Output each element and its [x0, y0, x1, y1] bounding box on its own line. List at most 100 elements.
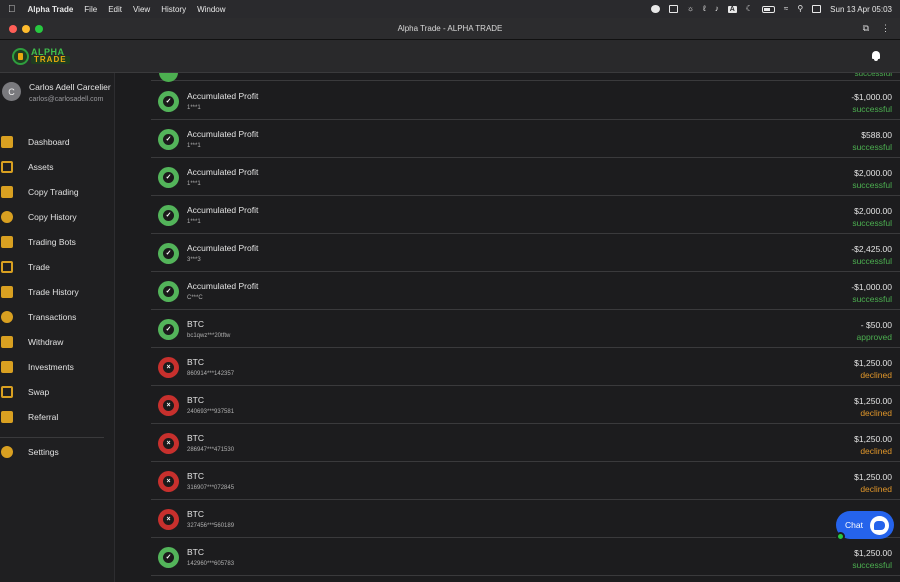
sidebar-item-label: Transactions: [28, 311, 77, 322]
x-mark-icon: ×: [163, 362, 174, 373]
transaction-amount: -$2,425.00: [851, 244, 892, 254]
extensions-icon[interactable]: ⧉: [863, 23, 869, 34]
check-mark-icon: ✓: [163, 134, 174, 145]
menubar-clock[interactable]: Sun 13 Apr 05:03: [830, 5, 892, 14]
wallet-icon: [1, 160, 13, 173]
notification-bell-icon[interactable]: [870, 50, 882, 62]
transaction-reference: 1***1: [187, 105, 201, 111]
x-mark-icon: ×: [163, 438, 174, 449]
sidebar-item-label: Referral: [28, 411, 59, 422]
transaction-amount: $2,000.00: [854, 168, 892, 178]
spotlight-icon[interactable]: ⚲: [797, 5, 803, 13]
sidebar-item-referral[interactable]: Referral: [0, 404, 114, 429]
table-row[interactable]: ✓ Accumulated Profit 1***1 $2,000.00 success…: [151, 158, 900, 196]
transaction-reference: 327456***560189: [187, 523, 235, 529]
menu-history[interactable]: History: [161, 5, 186, 14]
transaction-reference: C***C: [187, 295, 203, 301]
transaction-title: BTC: [187, 509, 204, 519]
transaction-title: Accumulated Profit: [187, 243, 259, 253]
transactions-icon: [1, 310, 13, 323]
battery-icon[interactable]: [761, 5, 775, 13]
table-row[interactable]: ✓ Accumulated Profit 1***1 -$1,000.00 succes…: [151, 82, 900, 120]
table-row[interactable]: ✓ BTC bc1qwz***20tftw - $50.00 approved: [151, 310, 900, 348]
transaction-reference: 1***1: [187, 181, 201, 187]
close-window-button[interactable]: [9, 24, 17, 33]
gear-icon: [1, 445, 13, 458]
transaction-reference: bc1qwz***20tftw: [187, 333, 231, 339]
paperclip-icon[interactable]: ℓ: [703, 5, 706, 13]
transaction-status: successful: [852, 560, 892, 570]
success-check-icon: ✓: [158, 129, 179, 150]
input-source-icon[interactable]: A: [727, 5, 737, 13]
record-icon[interactable]: [650, 5, 660, 13]
sidebar-item-transactions[interactable]: Transactions: [0, 304, 114, 329]
sidebar-item-withdraw[interactable]: Withdraw: [0, 329, 114, 354]
control-center-icon[interactable]: [812, 5, 822, 13]
online-status-dot: [836, 532, 845, 541]
alpha-trade-logo[interactable]: ALPHA TRADE: [12, 47, 70, 65]
sidebar-item-investments[interactable]: Investments: [0, 354, 114, 379]
declined-x-icon: ×: [158, 471, 179, 492]
table-row[interactable]: × BTC 860914***142357 $1,250.00 declined: [151, 348, 900, 386]
sidebar-item-assets[interactable]: Assets: [0, 154, 114, 179]
table-row[interactable]: × BTC 240693***937581 $1,250.00 declined: [151, 386, 900, 424]
investments-icon: [1, 360, 13, 373]
table-row[interactable]: ✓ Accumulated Profit 1***1 $2,000.00 success…: [151, 196, 900, 234]
apple-icon[interactable]: : [8, 4, 16, 15]
moon-icon[interactable]: ☾: [746, 5, 753, 13]
menu-view[interactable]: View: [133, 5, 150, 14]
menu-file[interactable]: File: [84, 5, 97, 14]
transaction-status: successful: [852, 142, 892, 152]
transaction-amount: -$1,000.00: [851, 92, 892, 102]
sidebar-item-copy-history[interactable]: Copy History: [0, 204, 114, 229]
menu-window[interactable]: Window: [197, 5, 225, 14]
list-item-partial[interactable]: successful: [151, 73, 900, 82]
transaction-title: Accumulated Profit: [187, 129, 259, 139]
profile-email: carlos@carlosadell.com: [29, 96, 104, 103]
declined-x-icon: ×: [158, 433, 179, 454]
transaction-status: declined: [860, 446, 892, 456]
sidebar-item-trading-bots[interactable]: Trading Bots: [0, 229, 114, 254]
transaction-status: successful: [852, 294, 892, 304]
display-icon[interactable]: [668, 5, 678, 13]
table-row[interactable]: ✓ BTC 142960***605783 $1,250.00 successful: [151, 538, 900, 576]
chat-label: Chat: [845, 520, 863, 530]
avatar[interactable]: C: [2, 82, 21, 101]
table-row[interactable]: × BTC 286947***471530 $1,250.00 declined: [151, 424, 900, 462]
sound-icon[interactable]: ♪: [715, 5, 719, 13]
declined-x-icon: ×: [158, 509, 179, 530]
menu-edit[interactable]: Edit: [108, 5, 122, 14]
sidebar-item-copy-trading[interactable]: Copy Trading: [0, 179, 114, 204]
copy-history-icon: [1, 210, 13, 223]
minimize-window-button[interactable]: [22, 24, 30, 33]
transaction-title: Accumulated Profit: [187, 205, 259, 215]
sidebar-item-trade[interactable]: Trade: [0, 254, 114, 279]
sidebar-item-label: Trade History: [28, 286, 79, 297]
table-row[interactable]: ✓ Accumulated Profit C***C -$1,000.00 succes…: [151, 272, 900, 310]
transaction-title: BTC: [187, 433, 204, 443]
transaction-title: Accumulated Profit: [187, 167, 259, 177]
table-row[interactable]: ✓ Accumulated Profit 3***3 -$2,425.00 succes…: [151, 234, 900, 272]
transactions-panel[interactable]: successful ✓ Accumulated Profit 1***1 -$1,0…: [115, 73, 900, 582]
sidebar-item-settings[interactable]: Settings: [0, 439, 114, 464]
table-row[interactable]: ✓ Accumulated Profit 1***1 $588.00 successfu…: [151, 120, 900, 158]
sidebar-item-trade-history[interactable]: Trade History: [0, 279, 114, 304]
transaction-status: declined: [860, 370, 892, 380]
success-check-icon: ✓: [158, 319, 179, 340]
sidebar-nav: Dashboard Assets Copy Trading Copy Histo…: [0, 129, 114, 464]
sidebar-item-swap[interactable]: Swap: [0, 379, 114, 404]
transaction-amount: $2,000.00: [854, 206, 892, 216]
more-menu-icon[interactable]: ⋮: [881, 23, 890, 34]
table-row[interactable]: × BTC 316907***072845 $1,250.00 declined: [151, 462, 900, 500]
wifi-icon[interactable]: ≈: [784, 5, 788, 13]
brightness-icon[interactable]: ☼: [687, 5, 694, 13]
check-mark-icon: ✓: [163, 286, 174, 297]
sidebar-item-dashboard[interactable]: Dashboard: [0, 129, 114, 154]
table-row[interactable]: × BTC 327456***560189: [151, 500, 900, 538]
menu-app-name[interactable]: Alpha Trade: [28, 5, 74, 14]
macos-menu-bar:  Alpha Trade File Edit View History Win…: [0, 0, 900, 18]
transaction-status: declined: [860, 484, 892, 494]
transaction-title: Accumulated Profit: [187, 91, 259, 101]
zoom-window-button[interactable]: [35, 24, 43, 33]
success-check-icon: ✓: [158, 205, 179, 226]
